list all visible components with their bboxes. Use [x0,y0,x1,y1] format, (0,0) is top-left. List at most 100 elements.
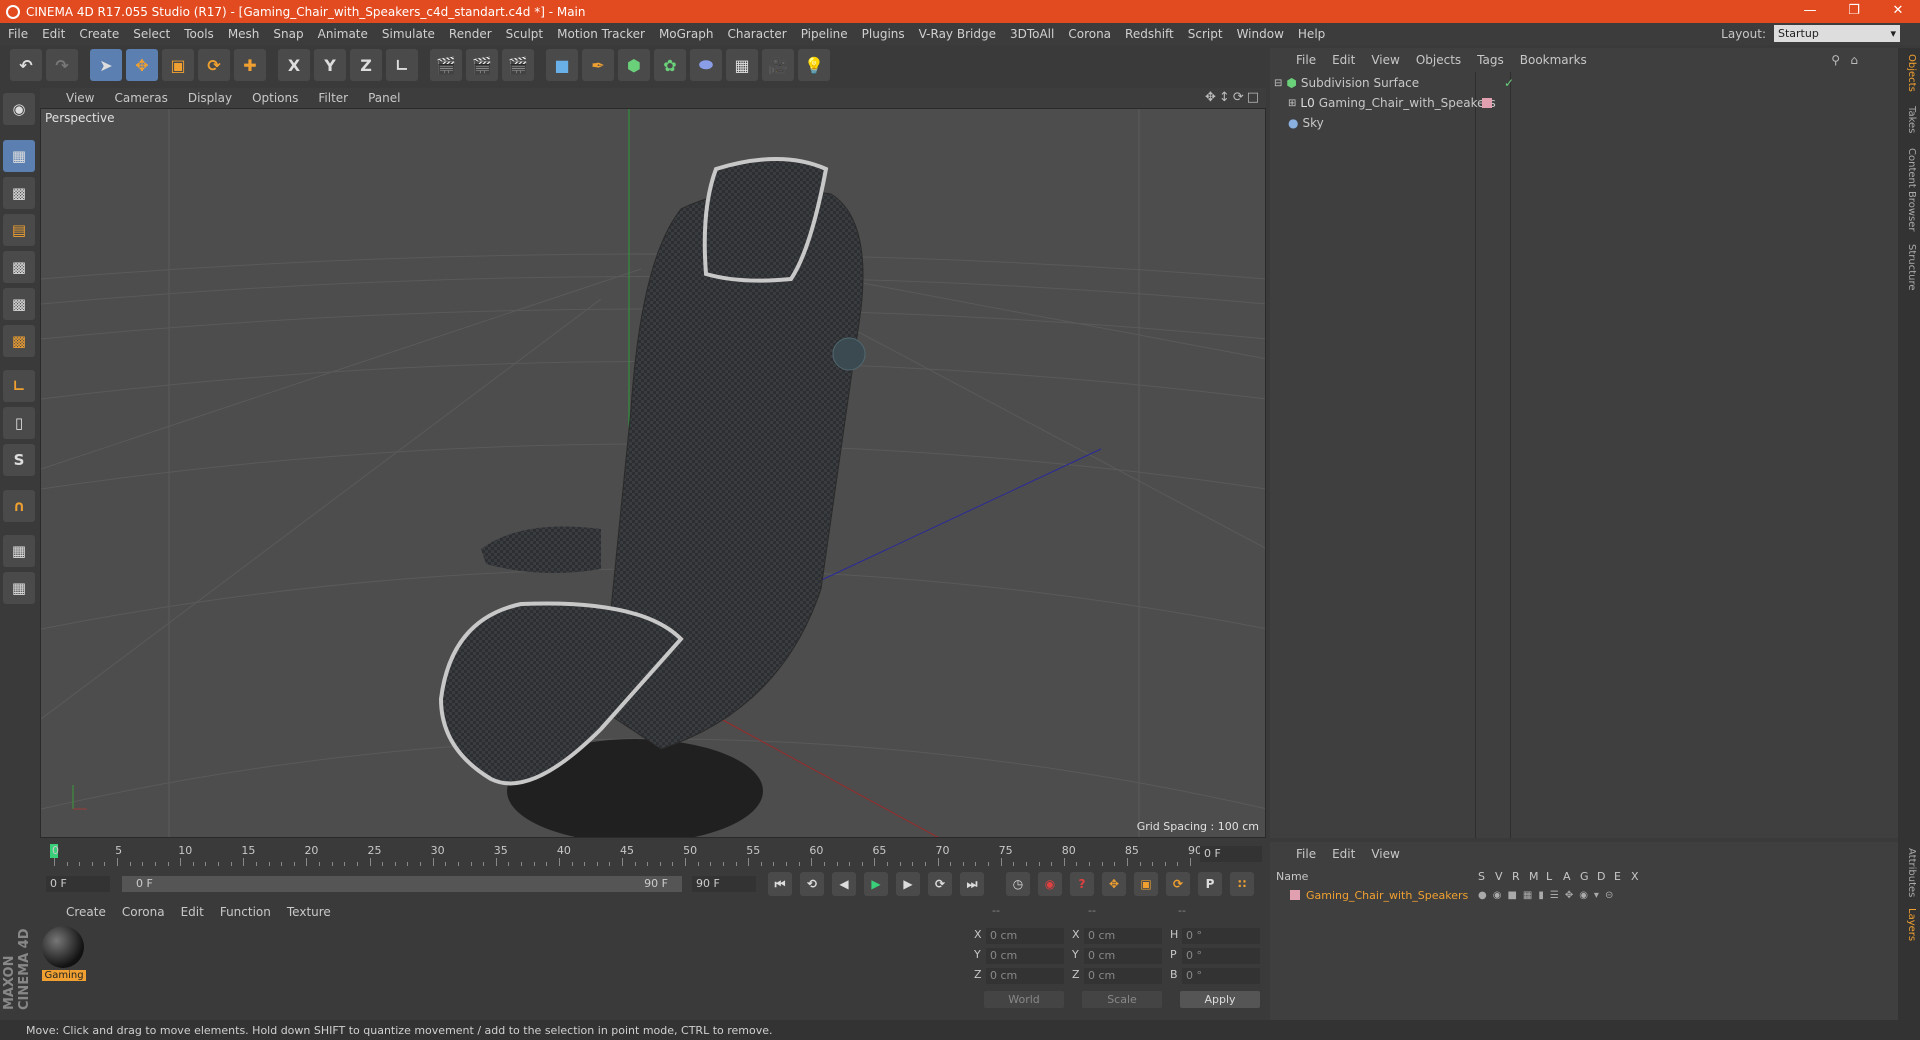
menu-script[interactable]: Script [1188,27,1223,41]
position-x-field[interactable]: 0 cm [986,928,1064,944]
add-cube-button[interactable]: ■ [546,49,578,81]
menu-mograph[interactable]: MoGraph [659,27,714,41]
rotation-p-field[interactable]: 0 ° [1182,948,1260,964]
undo-button[interactable]: ↶ [10,49,42,81]
material-menu-edit[interactable]: Edit [181,905,204,919]
layer-color-swatch[interactable] [1290,890,1300,900]
expand-icon[interactable]: ⊟ [1274,78,1282,89]
current-frame-field[interactable]: 0 F [1200,846,1262,862]
layer-name[interactable]: Gaming_Chair_with_Speakers [1306,889,1468,902]
polygons-mode-button[interactable]: ▩ [3,325,35,357]
redo-button[interactable]: ↷ [46,49,78,81]
apply-button[interactable]: Apply [1180,991,1260,1008]
key-pla-button[interactable]: ∷ [1230,872,1254,896]
auto-key-button[interactable]: ? [1070,872,1094,896]
add-array-button[interactable]: ✿ [654,49,686,81]
menu-render[interactable]: Render [449,27,492,41]
points-mode-button[interactable]: ▩ [3,251,35,283]
prev-frame-button[interactable]: ◀ [832,872,856,896]
tab-takes[interactable]: Takes [1901,106,1917,133]
recent-tool-button[interactable]: ✚ [234,49,266,81]
make-editable-button[interactable]: ◉ [3,93,35,125]
menu-simulate[interactable]: Simulate [382,27,435,41]
live-selection-button[interactable]: ➤ [90,49,122,81]
position-y-field[interactable]: 0 cm [986,948,1064,964]
start-frame-field[interactable]: 0 F [46,876,110,892]
checkmark-icon[interactable]: ✓ [1504,76,1514,90]
menu-redshift[interactable]: Redshift [1125,27,1174,41]
viewport-menu-cameras[interactable]: Cameras [114,91,167,105]
layout-dropdown[interactable]: Startup ▾ [1774,25,1900,42]
minimize-button[interactable]: — [1788,0,1832,23]
coordinate-system-button[interactable]: ∟ [386,49,418,81]
objects-menu-tags[interactable]: Tags [1477,53,1504,67]
menu-tools[interactable]: Tools [184,27,214,41]
tab-layers[interactable]: Layers [1901,908,1917,941]
viewport-menu-panel[interactable]: Panel [368,91,400,105]
frame-range-slider[interactable]: 0 F 90 F [122,876,682,892]
layer-menu-file[interactable]: File [1296,847,1316,861]
go-to-start-button[interactable]: ⏮ [768,872,792,896]
menu-3dtoall[interactable]: 3DToAll [1010,27,1054,41]
layer-row[interactable]: Gaming_Chair_with_Speakers ●◉■▦▮☰✥◉▾⊝ [1270,887,1898,903]
y-axis-button[interactable]: Y [314,49,346,81]
size-mode-dropdown[interactable]: Scale [1082,991,1162,1008]
tab-objects[interactable]: Objects [1901,54,1917,92]
rotation-b-field[interactable]: 0 ° [1182,968,1260,984]
tab-attributes[interactable]: Attributes [1901,848,1917,897]
tweak-mode-button[interactable]: ▯ [3,407,35,439]
size-z-field[interactable]: 0 cm [1084,968,1162,984]
menu-motion-tracker[interactable]: Motion Tracker [557,27,645,41]
material-menu-function[interactable]: Function [220,905,271,919]
x-axis-button[interactable]: X [278,49,310,81]
perspective-viewport[interactable]: Perspective Grid Spacing : 100 cm [40,108,1266,838]
menu-vray-bridge[interactable]: V-Ray Bridge [919,27,996,41]
tab-structure[interactable]: Structure [1901,244,1917,291]
key-scale-button[interactable]: ▣ [1134,872,1158,896]
go-to-end-button[interactable]: ⏭ [960,872,984,896]
menu-edit[interactable]: Edit [42,27,65,41]
restore-button[interactable]: ❐ [1832,0,1876,23]
axis-mode-button[interactable]: ∟ [3,370,35,402]
key-parameter-button[interactable]: P [1198,872,1222,896]
close-button[interactable]: ✕ [1876,0,1920,23]
edit-render-settings-button[interactable]: 🎬 [502,49,534,81]
rotate-tool-button[interactable]: ⟳ [198,49,230,81]
objects-menu-file[interactable]: File [1296,53,1316,67]
end-frame-field[interactable]: 90 F [692,876,756,892]
size-x-field[interactable]: 0 cm [1084,928,1162,944]
material-menu-texture[interactable]: Texture [287,905,331,919]
add-deformer-button[interactable]: ⬬ [690,49,722,81]
position-z-field[interactable]: 0 cm [986,968,1064,984]
menu-animate[interactable]: Animate [318,27,368,41]
viewport-menu-filter[interactable]: Filter [318,91,348,105]
menu-window[interactable]: Window [1237,27,1284,41]
magnet-tool-button[interactable]: ∩ [3,490,35,522]
objects-menu-view[interactable]: View [1371,53,1399,67]
material-menu-create[interactable]: Create [66,905,106,919]
menu-file[interactable]: File [8,27,28,41]
key-position-button[interactable]: ✥ [1102,872,1126,896]
render-view-button[interactable]: 🎬 [430,49,462,81]
add-spline-button[interactable]: ✒ [582,49,614,81]
menu-pipeline[interactable]: Pipeline [801,27,848,41]
viewport-menu-view[interactable]: View [66,91,94,105]
menu-corona[interactable]: Corona [1068,27,1111,41]
go-to-next-key-button[interactable]: ⟳ [928,872,952,896]
layer-toggle-icons[interactable]: ●◉■▦▮☰✥◉▾⊝ [1478,890,1619,901]
material-tag-icon[interactable] [1482,98,1492,108]
motion-record-button[interactable]: ◷ [1006,872,1030,896]
menu-plugins[interactable]: Plugins [862,27,905,41]
objects-menu-bookmarks[interactable]: Bookmarks [1520,53,1587,67]
scale-tool-button[interactable]: ▣ [162,49,194,81]
expand-icon[interactable]: ⊞ [1288,98,1296,109]
add-subdivision-button[interactable]: ⬢ [618,49,650,81]
menu-create[interactable]: Create [79,27,119,41]
search-icon[interactable]: ⚲ [1831,53,1840,67]
material-swatch[interactable]: Gaming [42,926,86,981]
model-mode-button[interactable]: ▦ [3,140,35,172]
objects-menu-edit[interactable]: Edit [1332,53,1355,67]
menu-sculpt[interactable]: Sculpt [506,27,543,41]
material-menu-corona[interactable]: Corona [122,905,165,919]
size-y-field[interactable]: 0 cm [1084,948,1162,964]
